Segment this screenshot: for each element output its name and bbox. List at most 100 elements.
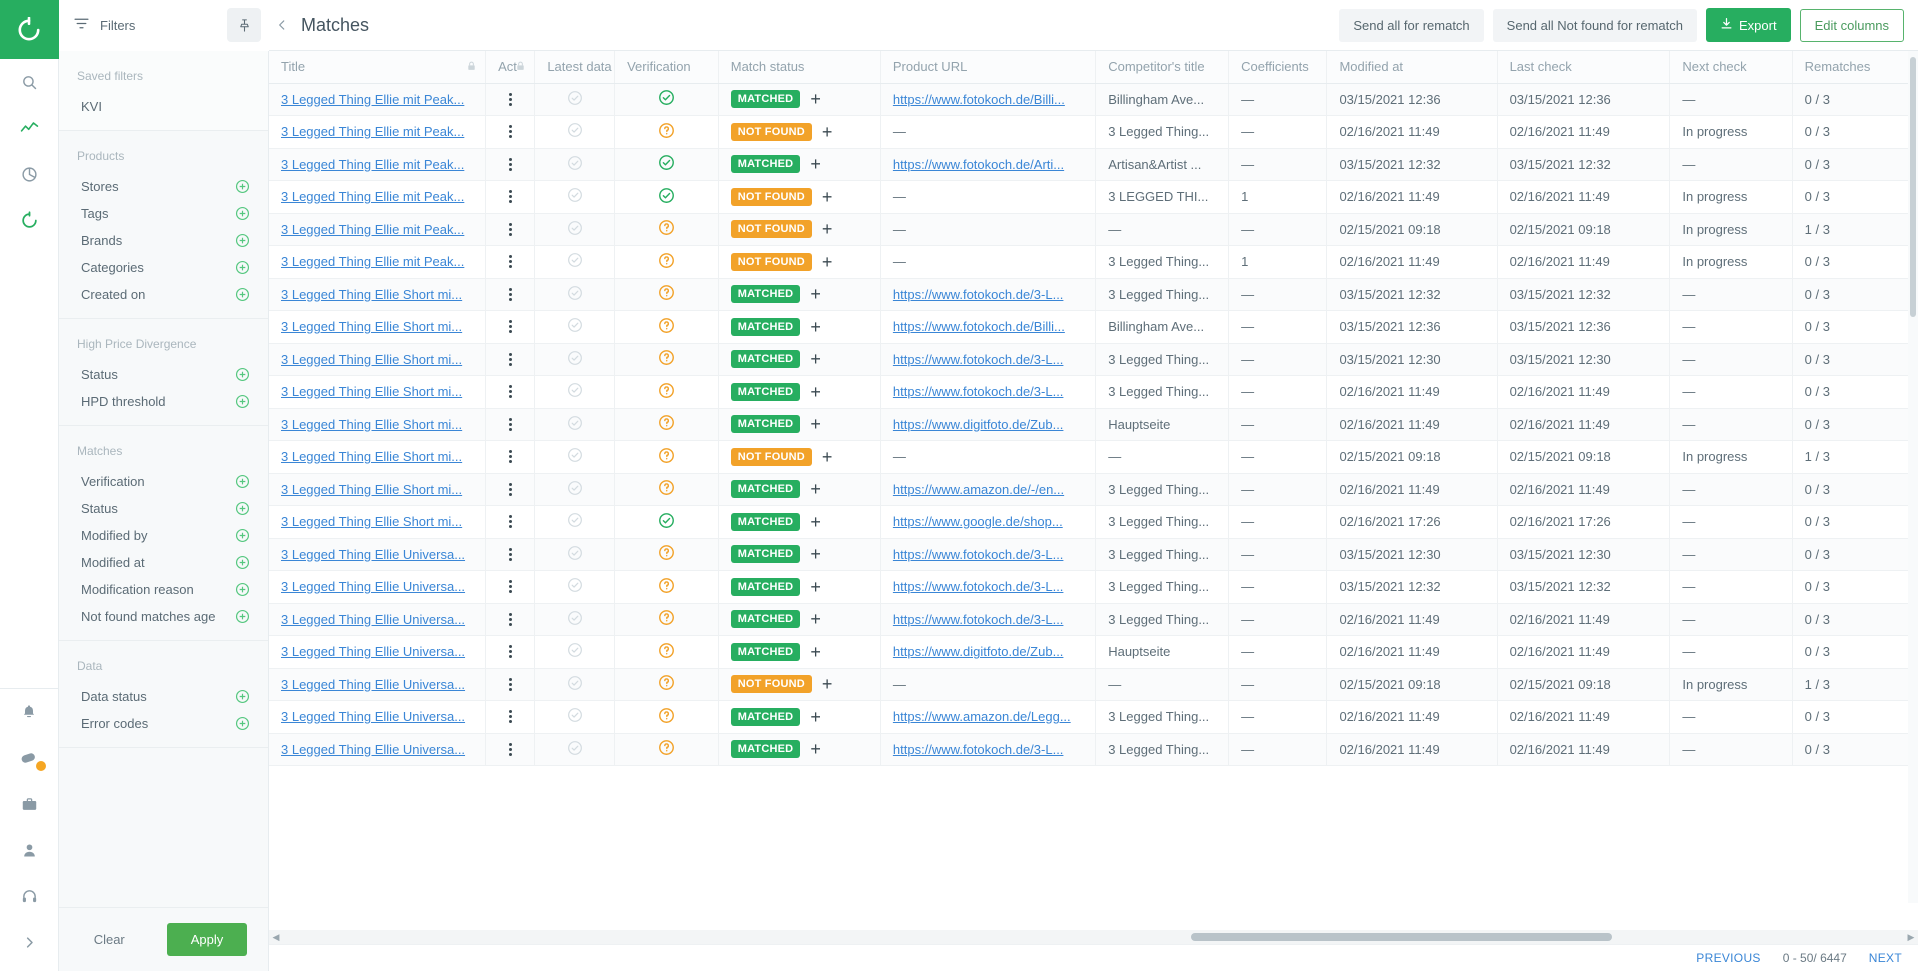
cell-match-status[interactable]: MATCHED +: [718, 570, 881, 604]
cell-match-status[interactable]: MATCHED +: [718, 310, 881, 344]
cell-match-status[interactable]: MATCHED +: [718, 635, 881, 669]
apply-filters-button[interactable]: Apply: [166, 923, 248, 956]
filter-item-kvi[interactable]: KVI: [59, 93, 268, 120]
table-row[interactable]: 3 Legged Thing Ellie Short mi... MATCHED +…: [269, 375, 1918, 409]
column-header-competitor-title[interactable]: Competitor's title: [1095, 51, 1230, 84]
add-match-icon[interactable]: +: [822, 448, 833, 466]
filter-item-categories[interactable]: Categories: [59, 254, 268, 281]
export-button[interactable]: Export: [1706, 8, 1791, 42]
add-match-icon[interactable]: +: [810, 415, 821, 433]
table-row[interactable]: 3 Legged Thing Ellie mit Peak... MATCHED +…: [269, 83, 1918, 116]
product-title-link[interactable]: 3 Legged Thing Ellie Universa...: [281, 612, 465, 627]
product-url-link[interactable]: https://www.fotokoch.de/Billi...: [893, 92, 1065, 107]
add-filter-icon[interactable]: [235, 501, 250, 516]
add-filter-icon[interactable]: [235, 474, 250, 489]
add-filter-icon[interactable]: [235, 582, 250, 597]
table-row[interactable]: 3 Legged Thing Ellie mit Peak... NOT FOUN…: [269, 180, 1918, 214]
add-match-icon[interactable]: +: [810, 610, 821, 628]
cell-verification[interactable]: [614, 245, 719, 279]
cell-title[interactable]: 3 Legged Thing Ellie Universa...: [269, 570, 487, 604]
add-match-icon[interactable]: +: [810, 383, 821, 401]
cell-product-url[interactable]: —: [880, 115, 1097, 149]
cell-product-url[interactable]: https://www.digitfoto.de/Zub...: [880, 635, 1097, 669]
cell-match-status[interactable]: MATCHED +: [718, 343, 881, 376]
cell-actions[interactable]: [485, 408, 536, 441]
product-title-link[interactable]: 3 Legged Thing Ellie Short mi...: [281, 417, 462, 432]
table-row[interactable]: 3 Legged Thing Ellie mit Peak... NOT FOUN…: [269, 213, 1918, 246]
cell-match-status[interactable]: MATCHED +: [718, 408, 881, 441]
next-page-button[interactable]: NEXT: [1869, 951, 1902, 965]
product-title-link[interactable]: 3 Legged Thing Ellie mit Peak...: [281, 189, 464, 204]
rail-item-notifications[interactable]: [0, 689, 59, 735]
table-row[interactable]: 3 Legged Thing Ellie Short mi... NOT FOUN…: [269, 440, 1918, 474]
horizontal-scroll-track[interactable]: [283, 930, 1904, 944]
row-actions-menu-icon[interactable]: [498, 352, 522, 366]
cell-verification[interactable]: [614, 83, 719, 116]
row-actions-menu-icon[interactable]: [498, 482, 522, 496]
cell-match-status[interactable]: MATCHED +: [718, 148, 881, 181]
add-match-icon[interactable]: +: [822, 123, 833, 141]
product-title-link[interactable]: 3 Legged Thing Ellie Universa...: [281, 579, 465, 594]
add-filter-icon[interactable]: [235, 716, 250, 731]
rail-item-users[interactable]: [0, 827, 59, 873]
row-actions-menu-icon[interactable]: [498, 450, 522, 464]
horizontal-scrollbar[interactable]: ◀ ▶: [269, 930, 1918, 944]
add-filter-icon[interactable]: [235, 287, 250, 302]
column-header-title[interactable]: Title: [269, 51, 487, 84]
cell-actions[interactable]: [485, 180, 536, 214]
send-all-not-found-for-rematch-button[interactable]: Send all Not found for rematch: [1492, 8, 1697, 42]
app-logo[interactable]: [0, 0, 59, 59]
horizontal-scroll-thumb[interactable]: [1190, 933, 1613, 941]
row-actions-menu-icon[interactable]: [498, 92, 522, 106]
cell-actions[interactable]: [485, 213, 536, 246]
cell-title[interactable]: 3 Legged Thing Ellie Short mi...: [269, 343, 487, 376]
cell-title[interactable]: 3 Legged Thing Ellie mit Peak...: [269, 180, 487, 214]
add-match-icon[interactable]: +: [822, 220, 833, 238]
product-url-link[interactable]: https://www.google.de/shop...: [893, 514, 1063, 529]
cell-match-status[interactable]: MATCHED +: [718, 375, 881, 409]
add-filter-icon[interactable]: [235, 689, 250, 704]
column-header-verification[interactable]: Verification: [614, 51, 719, 84]
column-header-modified-at[interactable]: Modified at: [1326, 51, 1498, 84]
product-url-link[interactable]: https://www.fotokoch.de/3-L...: [893, 287, 1064, 302]
filter-item-hpd-threshold[interactable]: HPD threshold: [59, 388, 268, 415]
cell-actions[interactable]: [485, 538, 536, 571]
product-title-link[interactable]: 3 Legged Thing Ellie Universa...: [281, 547, 465, 562]
cell-verification[interactable]: [614, 278, 719, 311]
rail-item-analytics[interactable]: [0, 105, 59, 151]
column-header-product-url[interactable]: Product URL: [880, 51, 1097, 84]
cell-match-status[interactable]: NOT FOUND +: [718, 668, 881, 701]
product-title-link[interactable]: 3 Legged Thing Ellie Short mi...: [281, 319, 462, 334]
product-title-link[interactable]: 3 Legged Thing Ellie mit Peak...: [281, 92, 464, 107]
cell-actions[interactable]: [485, 700, 536, 734]
add-match-icon[interactable]: +: [810, 545, 821, 563]
cell-actions[interactable]: [485, 310, 536, 344]
cell-actions[interactable]: [485, 375, 536, 409]
row-actions-menu-icon[interactable]: [498, 515, 522, 529]
cell-title[interactable]: 3 Legged Thing Ellie mit Peak...: [269, 148, 487, 181]
filter-item-brands[interactable]: Brands: [59, 227, 268, 254]
cell-product-url[interactable]: —: [880, 245, 1097, 279]
cell-product-url[interactable]: —: [880, 213, 1097, 246]
cell-title[interactable]: 3 Legged Thing Ellie Short mi...: [269, 473, 487, 506]
cell-verification[interactable]: [614, 375, 719, 409]
row-actions-menu-icon[interactable]: [498, 612, 522, 626]
table-row[interactable]: 3 Legged Thing Ellie Universa... MATCHED +…: [269, 538, 1918, 571]
filter-item-tags[interactable]: Tags: [59, 200, 268, 227]
product-title-link[interactable]: 3 Legged Thing Ellie Short mi...: [281, 449, 462, 464]
product-url-link[interactable]: https://www.fotokoch.de/Billi...: [893, 319, 1065, 334]
cell-title[interactable]: 3 Legged Thing Ellie Universa...: [269, 603, 487, 636]
cell-verification[interactable]: [614, 180, 719, 214]
table-row[interactable]: 3 Legged Thing Ellie Short mi... MATCHED +…: [269, 278, 1918, 311]
filter-item-created-on[interactable]: Created on: [59, 281, 268, 308]
cell-product-url[interactable]: https://www.amazon.de/-/en...: [880, 473, 1097, 506]
row-actions-menu-icon[interactable]: [498, 125, 522, 139]
cell-title[interactable]: 3 Legged Thing Ellie Short mi...: [269, 505, 487, 539]
rail-item-catalog[interactable]: [0, 781, 59, 827]
cell-verification[interactable]: [614, 213, 719, 246]
pin-icon[interactable]: [227, 8, 261, 42]
cell-title[interactable]: 3 Legged Thing Ellie Short mi...: [269, 375, 487, 409]
cell-product-url[interactable]: https://www.fotokoch.de/Billi...: [880, 310, 1097, 344]
cell-actions[interactable]: [485, 473, 536, 506]
filter-icon[interactable]: [73, 15, 90, 35]
